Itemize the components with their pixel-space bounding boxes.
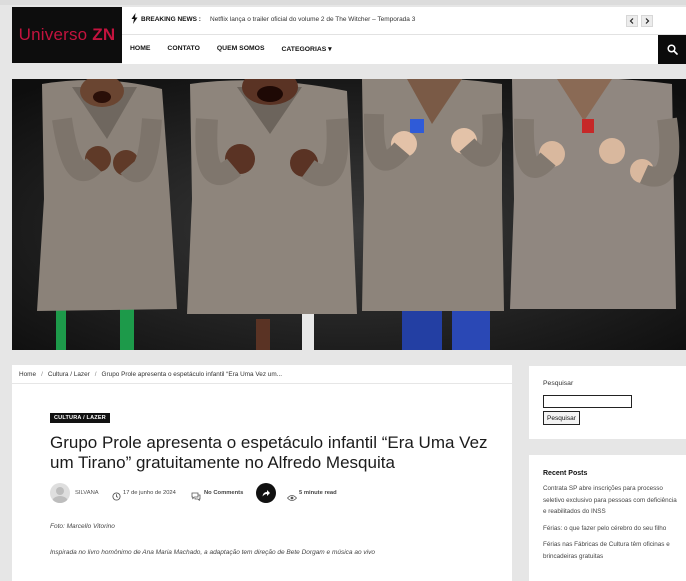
share-icon — [262, 490, 270, 497]
nav-item-home[interactable]: HOME — [130, 45, 150, 53]
lightning-icon — [131, 13, 138, 27]
sidebar-search-widget: Pesquisar Pesquisar — [529, 366, 686, 439]
clock-icon — [112, 488, 121, 506]
performers-photo — [12, 79, 686, 350]
eye-icon — [286, 489, 298, 507]
article-intro: Inspirada no livro homônimo de Ana Maria… — [50, 549, 375, 556]
header-top-edge — [0, 0, 686, 5]
performer-4 — [510, 79, 680, 309]
chevron-left-icon — [629, 18, 634, 24]
user-icon — [52, 487, 68, 503]
search-label: Pesquisar — [543, 380, 574, 387]
breaking-news-headline[interactable]: Netflix lança o trailer oficial do volum… — [210, 16, 415, 23]
recent-posts-widget: Recent Posts Contrata SP abre inscrições… — [529, 455, 686, 581]
hero-image — [12, 79, 686, 350]
recent-posts-list: Contrata SP abre inscrições para process… — [543, 483, 681, 567]
site-header: Universo ZN BREAKING NEWS : Netflix lanç… — [0, 0, 686, 66]
performer-2 — [187, 79, 357, 350]
read-time: 5 minute read — [299, 490, 337, 496]
chevron-right-icon — [645, 18, 650, 24]
sidebar-search-button[interactable]: Pesquisar — [543, 411, 580, 425]
article-title: Grupo Prole apresenta o espetáculo infan… — [50, 433, 488, 472]
author-avatar[interactable] — [50, 483, 70, 503]
recent-post-link[interactable]: Férias nas Fábricas de Cultura têm ofici… — [543, 539, 681, 562]
category-badge[interactable]: CULTURA / LAZER — [50, 413, 110, 423]
breadcrumb-category[interactable]: Cultura / Lazer — [48, 371, 90, 378]
recent-posts-title: Recent Posts — [543, 470, 588, 477]
breadcrumb-home[interactable]: Home — [19, 371, 36, 378]
nav-item-contato[interactable]: CONTATO — [167, 45, 199, 53]
performer-3 — [362, 79, 504, 350]
ticker-next-button[interactable] — [641, 15, 653, 27]
author-name[interactable]: SILVANA — [75, 490, 99, 496]
sidebar-search-input[interactable] — [543, 395, 632, 408]
share-button[interactable] — [256, 483, 276, 503]
comments-icon — [191, 488, 201, 506]
breaking-news-label: BREAKING NEWS : — [141, 16, 201, 23]
breadcrumb: Home / Cultura / Lazer / Grupo Prole apresen… — [12, 365, 512, 384]
nav-item-quem-somos[interactable]: QUEM SOMOS — [217, 45, 265, 53]
logo-text: Universo ZN — [18, 25, 116, 44]
header-search-button[interactable] — [658, 35, 686, 64]
publish-date: 17 de junho de 2024 — [123, 490, 176, 496]
recent-post-link[interactable]: Contrata SP abre inscrições para process… — [543, 483, 681, 518]
main-navigation: HOME CONTATO QUEM SOMOS CATEGORIAS ▾ — [122, 35, 686, 64]
breaking-news-bar: BREAKING NEWS : Netflix lança o trailer … — [122, 7, 686, 35]
photo-credit: Foto: Marcello Vitorino — [50, 523, 115, 530]
breadcrumb-current: Grupo Prole apresenta o espetáculo infan… — [101, 371, 282, 378]
nav-item-categorias[interactable]: CATEGORIAS ▾ — [281, 45, 331, 53]
ticker-prev-button[interactable] — [626, 15, 638, 27]
article-meta: SILVANA 17 de junho de 2024 No Comments … — [50, 483, 490, 503]
comments-link[interactable]: No Comments — [204, 490, 243, 496]
search-icon — [666, 44, 678, 55]
site-logo[interactable]: Universo ZN — [12, 7, 122, 63]
article-card: Home / Cultura / Lazer / Grupo Prole apresen… — [12, 365, 512, 581]
recent-post-link[interactable]: Férias: o que fazer pelo cérebro do seu … — [543, 523, 681, 535]
